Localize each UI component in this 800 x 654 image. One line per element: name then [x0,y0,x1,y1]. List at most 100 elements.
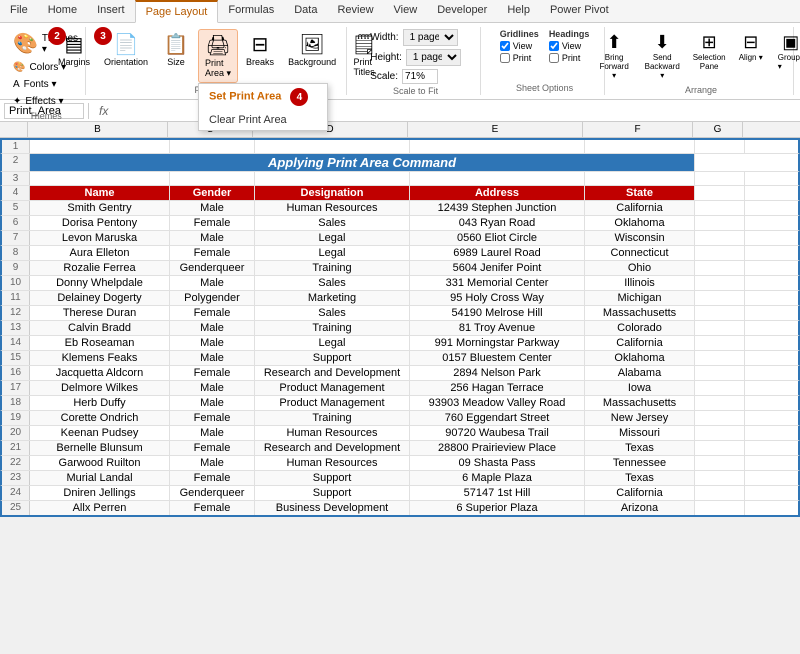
cell-state-20[interactable]: Missouri [585,426,695,440]
cell-address-21[interactable]: 28800 Prairieview Place [410,441,585,455]
cell-g-19[interactable] [695,411,745,425]
cell-state-7[interactable]: Wisconsin [585,231,695,245]
cell-address-8[interactable]: 6989 Laurel Road [410,246,585,260]
cell-gender-5[interactable]: Male [170,201,255,215]
header-name[interactable]: Name [30,186,170,200]
cell-name-7[interactable]: Levon Maruska [30,231,170,245]
tab-review[interactable]: Review [327,0,383,22]
cell-address-14[interactable]: 991 Morningstar Parkway [410,336,585,350]
cell-name-11[interactable]: Delainey Dogerty [30,291,170,305]
cell-address-24[interactable]: 57147 1st Hill [410,486,585,500]
tab-home[interactable]: Home [38,0,87,22]
width-select[interactable]: 1 page [403,29,458,46]
effects-button[interactable]: ✦ Effects ▾ [9,94,68,109]
cell-gender-17[interactable]: Male [170,381,255,395]
cell-designation-5[interactable]: Human Resources [255,201,410,215]
cell-name-14[interactable]: Eb Roseaman [30,336,170,350]
cell-name-12[interactable]: Therese Duran [30,306,170,320]
cell-g-24[interactable] [695,486,745,500]
tab-developer[interactable]: Developer [427,0,497,22]
tab-view[interactable]: View [384,0,428,22]
cell-name-21[interactable]: Bernelle Blunsum [30,441,170,455]
cell-name-10[interactable]: Donny Whelpdale [30,276,170,290]
selection-pane-button[interactable]: ⊞ SelectionPane [689,29,730,74]
col-header-f[interactable]: F [583,122,693,137]
cell-gender-8[interactable]: Female [170,246,255,260]
header-address[interactable]: Address [410,186,585,200]
cell-name-18[interactable]: Herb Duffy [30,396,170,410]
tab-data[interactable]: Data [284,0,327,22]
cell-designation-11[interactable]: Marketing [255,291,410,305]
send-backward-button[interactable]: ⬇ SendBackward ▾ [638,29,687,83]
cell-name-16[interactable]: Jacquetta Aldcorn [30,366,170,380]
cell-address-17[interactable]: 256 Hagan Terrace [410,381,585,395]
cell-g4[interactable] [695,186,745,200]
cell-state-12[interactable]: Massachusetts [585,306,695,320]
cell-state-15[interactable]: Oklahoma [585,351,695,365]
cell-c1[interactable] [170,140,255,153]
cell-address-22[interactable]: 09 Shasta Pass [410,456,585,470]
cell-name-13[interactable]: Calvin Bradd [30,321,170,335]
cell-state-14[interactable]: California [585,336,695,350]
tab-power-pivot[interactable]: Power Pivot [540,0,619,22]
cell-designation-22[interactable]: Human Resources [255,456,410,470]
cell-g-18[interactable] [695,396,745,410]
cell-name-19[interactable]: Corette Ondrich [30,411,170,425]
cell-g-22[interactable] [695,456,745,470]
cell-gender-9[interactable]: Genderqueer [170,261,255,275]
cell-gender-25[interactable]: Female [170,501,255,515]
cell-c3[interactable] [170,172,255,185]
cell-g-10[interactable] [695,276,745,290]
cell-g-9[interactable] [695,261,745,275]
cell-gender-22[interactable]: Male [170,456,255,470]
cell-state-9[interactable]: Ohio [585,261,695,275]
cell-designation-9[interactable]: Training [255,261,410,275]
cell-address-20[interactable]: 90720 Waubesa Trail [410,426,585,440]
cell-address-25[interactable]: 6 Superior Plaza [410,501,585,515]
set-print-area-item[interactable]: Set Print Area 4 [199,84,327,110]
cell-address-15[interactable]: 0157 Bluestem Center [410,351,585,365]
cell-e3[interactable] [410,172,585,185]
cell-gender-16[interactable]: Female [170,366,255,380]
cell-gender-10[interactable]: Male [170,276,255,290]
cell-gender-11[interactable]: Polygender [170,291,255,305]
align-button[interactable]: ⊟ Align ▾ [732,29,770,65]
cell-state-18[interactable]: Massachusetts [585,396,695,410]
cell-name-6[interactable]: Dorisa Pentony [30,216,170,230]
cell-state-21[interactable]: Texas [585,441,695,455]
cell-gender-24[interactable]: Genderqueer [170,486,255,500]
cell-state-8[interactable]: Connecticut [585,246,695,260]
cell-designation-19[interactable]: Training [255,411,410,425]
cell-g-14[interactable] [695,336,745,350]
cell-g-17[interactable] [695,381,745,395]
header-state[interactable]: State [585,186,695,200]
size-button[interactable]: 📋 Size [156,29,196,70]
title-cell[interactable]: Applying Print Area Command [30,154,695,171]
cell-g-12[interactable] [695,306,745,320]
header-designation[interactable]: Designation [255,186,410,200]
cell-name-9[interactable]: Rozalie Ferrea [30,261,170,275]
cell-gender-12[interactable]: Female [170,306,255,320]
cell-address-5[interactable]: 12439 Stephen Junction [410,201,585,215]
cell-gender-18[interactable]: Male [170,396,255,410]
cell-state-24[interactable]: California [585,486,695,500]
cell-state-16[interactable]: Alabama [585,366,695,380]
col-header-b[interactable]: B [28,122,168,137]
headings-print-check[interactable] [549,53,559,63]
cell-state-17[interactable]: Iowa [585,381,695,395]
cell-gender-14[interactable]: Male [170,336,255,350]
cell-g-11[interactable] [695,291,745,305]
cell-designation-16[interactable]: Research and Development [255,366,410,380]
cell-designation-15[interactable]: Support [255,351,410,365]
cell-state-19[interactable]: New Jersey [585,411,695,425]
cell-address-11[interactable]: 95 Holy Cross Way [410,291,585,305]
cell-designation-18[interactable]: Product Management [255,396,410,410]
cell-g-5[interactable] [695,201,745,215]
gridlines-view-check[interactable] [500,41,510,51]
cell-g-20[interactable] [695,426,745,440]
tab-page-layout[interactable]: Page Layout [135,0,219,23]
cell-address-9[interactable]: 5604 Jenifer Point [410,261,585,275]
cell-d3[interactable] [255,172,410,185]
header-gender[interactable]: Gender [170,186,255,200]
cell-designation-10[interactable]: Sales [255,276,410,290]
